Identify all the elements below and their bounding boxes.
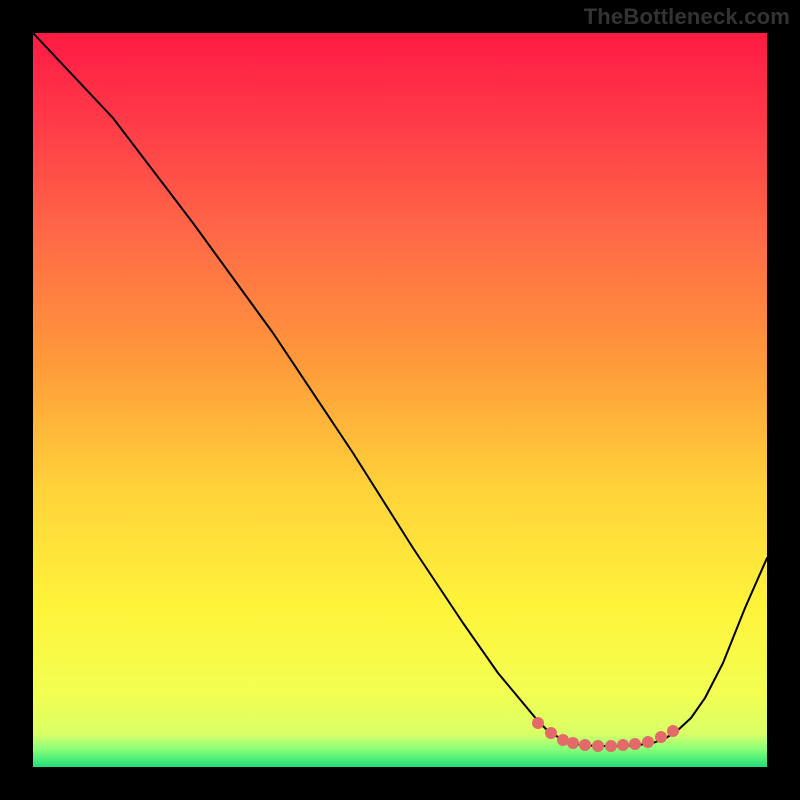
optimal-marker-dot <box>655 731 667 743</box>
optimal-marker-dot <box>605 740 617 752</box>
optimal-marker-dot <box>592 740 604 752</box>
optimal-marker-dot <box>617 739 629 751</box>
optimal-marker-dot <box>629 738 641 750</box>
optimal-marker-dot <box>642 736 654 748</box>
plot-svg <box>33 33 767 767</box>
optimal-marker-dot <box>667 725 679 737</box>
watermark-text: TheBottleneck.com <box>584 4 790 30</box>
gradient-backdrop <box>33 33 767 767</box>
optimal-marker-dot <box>567 737 579 749</box>
optimal-marker-dot <box>532 717 544 729</box>
chart-stage: TheBottleneck.com <box>0 0 800 800</box>
optimal-marker-dot <box>545 727 557 739</box>
optimal-marker-dot <box>579 739 591 751</box>
plot-area <box>33 33 767 767</box>
